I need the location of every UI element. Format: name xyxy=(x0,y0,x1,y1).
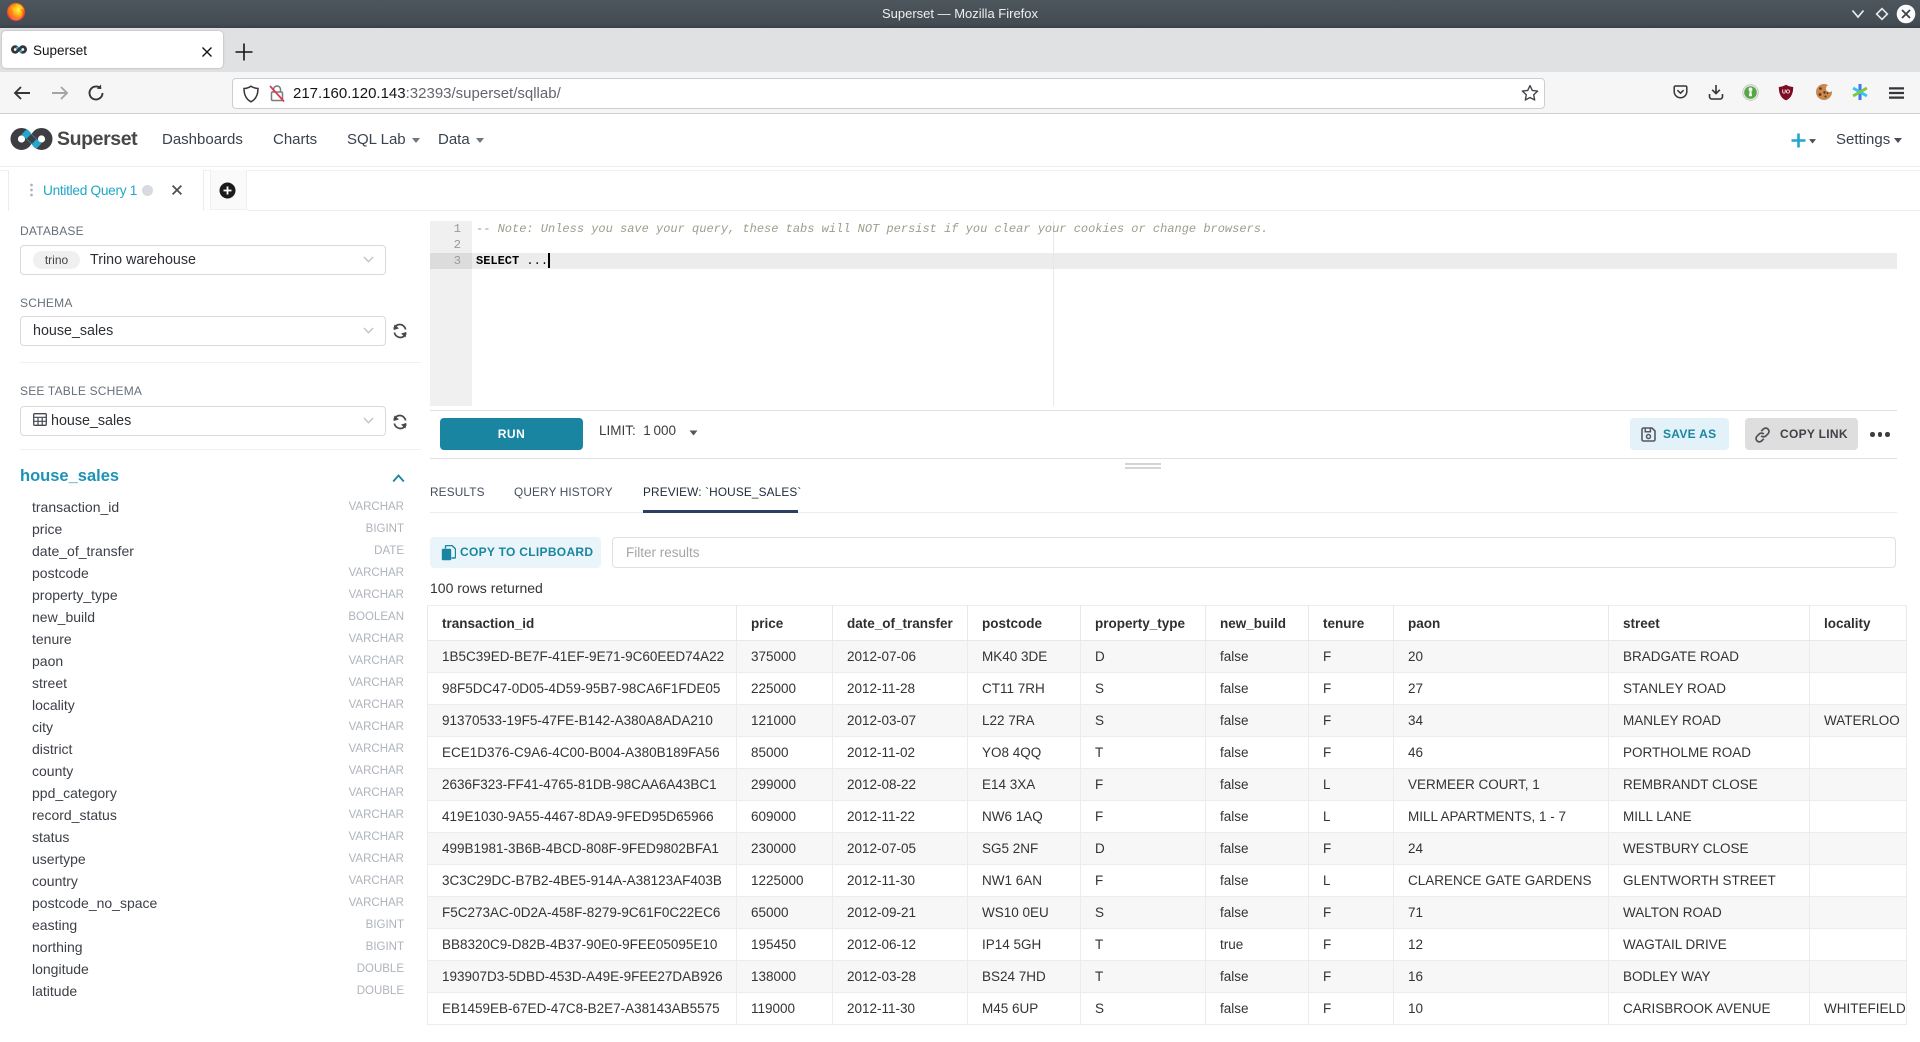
svg-text:UO: UO xyxy=(1782,90,1790,96)
